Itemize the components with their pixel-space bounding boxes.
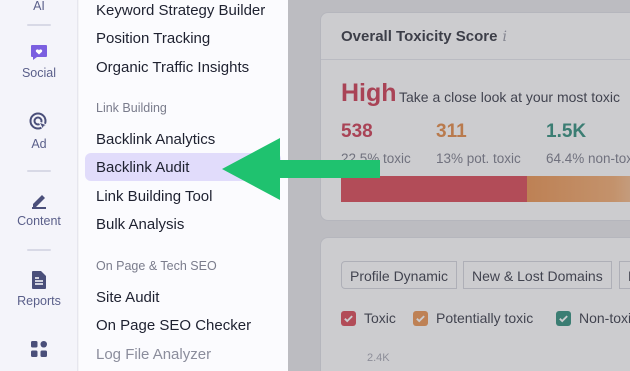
menu-item-link-building-tool[interactable]: Link Building Tool	[96, 188, 212, 205]
menu-item-organic-traffic-insights[interactable]: Organic Traffic Insights	[96, 59, 249, 76]
menu-section-heading: Link Building	[96, 101, 167, 115]
checkbox-checked-icon[interactable]	[341, 310, 356, 326]
legend-label: Toxic	[364, 310, 396, 326]
stat-value: 1.5K	[546, 121, 587, 142]
card-title: Overall Toxicity Score	[341, 28, 498, 45]
menu-item-on-page-seo-checker[interactable]: On Page SEO Checker	[96, 317, 251, 334]
toxicity-distribution-bar	[341, 176, 630, 202]
menu-item-backlink-analytics[interactable]: Backlink Analytics	[96, 131, 215, 148]
content-pen-icon	[32, 195, 46, 209]
ad-cursor-icon	[29, 112, 49, 131]
rail-label-social: Social	[21, 66, 57, 80]
menu-item-log-file-analyzer[interactable]: Log File Analyzer	[96, 346, 211, 363]
card-header: Overall Toxicity Score i	[321, 13, 630, 60]
rail-item-ad[interactable]: Ad	[0, 111, 78, 151]
legend-toxic[interactable]: Toxic	[341, 310, 396, 326]
rail-divider	[27, 24, 51, 26]
checkbox-checked-icon[interactable]	[413, 310, 428, 326]
rail-item-reports[interactable]: Reports	[0, 270, 78, 308]
stat-potentially-toxic: 311 13% pot. toxic	[436, 121, 521, 166]
reports-document-icon	[32, 271, 46, 289]
rail-label-ad: Ad	[31, 137, 47, 151]
rail-label-ai: AI	[33, 0, 45, 13]
menu-section-heading: On Page & Tech SEO	[96, 259, 217, 273]
rail-item-ai[interactable]: AI	[0, 0, 78, 13]
menu-item-bulk-analysis[interactable]: Bulk Analysis	[96, 216, 184, 233]
legend-potentially-toxic[interactable]: Potentially toxic	[413, 310, 533, 326]
stat-value: 311	[436, 121, 467, 142]
menu-item-keyword-strategy-builder[interactable]: Keyword Strategy Builder	[96, 2, 265, 19]
stat-label: 13% pot. toxic	[436, 151, 521, 166]
menu-item-backlink-audit[interactable]: Backlink Audit	[96, 159, 189, 176]
rail-label-reports: Reports	[17, 294, 61, 308]
legend-non-toxic[interactable]: Non-toxic	[556, 310, 630, 326]
tab-new-lost-domains[interactable]: New & Lost Domains	[463, 261, 612, 289]
info-icon[interactable]: i	[502, 29, 506, 45]
rail-divider	[27, 170, 51, 172]
menu-item-site-audit[interactable]: Site Audit	[96, 289, 159, 306]
apps-grid-icon	[31, 341, 47, 357]
rail-label-content: Content	[17, 214, 61, 228]
legend-label: Potentially toxic	[436, 310, 534, 326]
rail-item-content[interactable]: Content	[0, 190, 78, 228]
rail-item-social[interactable]: Social	[0, 42, 78, 80]
tab-more[interactable]: D	[619, 261, 630, 289]
y-axis-tick: 2.4K	[367, 352, 390, 364]
toxicity-description: Take a close look at your most toxic	[399, 89, 620, 105]
social-chat-icon	[31, 45, 47, 60]
pointer-arrow-icon	[222, 138, 380, 200]
legend-label: Non-toxic	[579, 310, 630, 326]
tab-profile-dynamic[interactable]: Profile Dynamic	[341, 261, 458, 289]
toxicity-level: High	[341, 79, 397, 107]
icon-rail: AI Social Ad Content Reports	[0, 0, 78, 371]
bar-segment-potentially-toxic	[527, 176, 630, 202]
checkbox-checked-icon[interactable]	[556, 310, 571, 326]
menu-item-position-tracking[interactable]: Position Tracking	[96, 30, 210, 47]
chart-card: Profile Dynamic New & Lost Domains D Tox…	[320, 237, 630, 371]
rail-item-apps[interactable]	[0, 340, 78, 358]
stat-non-toxic: 1.5K 64.4% non-toxic	[546, 121, 630, 166]
rail-divider	[27, 249, 51, 251]
stat-label: 64.4% non-toxic	[546, 151, 630, 166]
